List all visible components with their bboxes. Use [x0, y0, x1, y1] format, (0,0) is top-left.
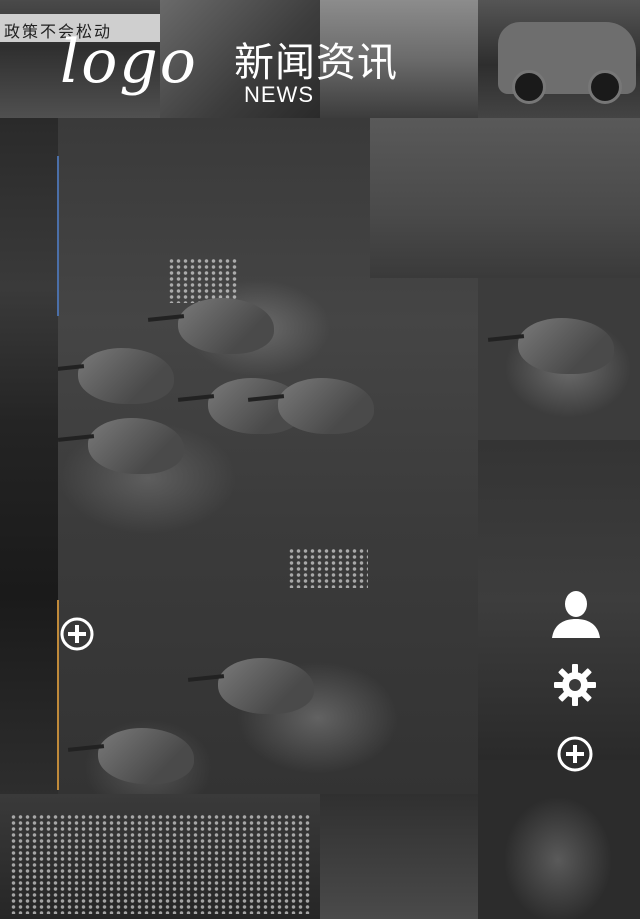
bird-image [88, 418, 184, 474]
collage-photo-bird[interactable] [478, 278, 640, 440]
accent-line-blue [57, 156, 59, 316]
add-button-right[interactable] [556, 735, 594, 773]
collage-photo-crowd-night[interactable] [0, 794, 320, 919]
bird-image [218, 658, 314, 714]
bird-image [278, 378, 374, 434]
page-subtitle: NEWS [244, 82, 314, 107]
bird-image [98, 728, 194, 784]
collage-left-column [0, 118, 58, 798]
plus-circle-icon [557, 736, 593, 772]
collage-photo-building[interactable] [370, 118, 640, 278]
collage-photo-statue[interactable] [478, 760, 640, 919]
settings-button[interactable] [553, 663, 597, 707]
plus-circle-icon [60, 617, 94, 651]
page-title: 新闻资讯 [234, 40, 398, 86]
gear-icon [554, 664, 596, 706]
crowd-image [10, 814, 310, 914]
add-button-left[interactable] [59, 616, 95, 652]
bird-image [178, 298, 274, 354]
crowd-image [168, 258, 238, 303]
bird-image [78, 348, 174, 404]
crowd-image [288, 548, 368, 588]
car-image [498, 22, 636, 104]
user-profile-button[interactable] [550, 588, 602, 640]
collage-photo-person[interactable] [320, 794, 478, 919]
app-logo: logo [60, 27, 198, 97]
user-icon [552, 591, 600, 638]
bird-image [518, 318, 614, 374]
